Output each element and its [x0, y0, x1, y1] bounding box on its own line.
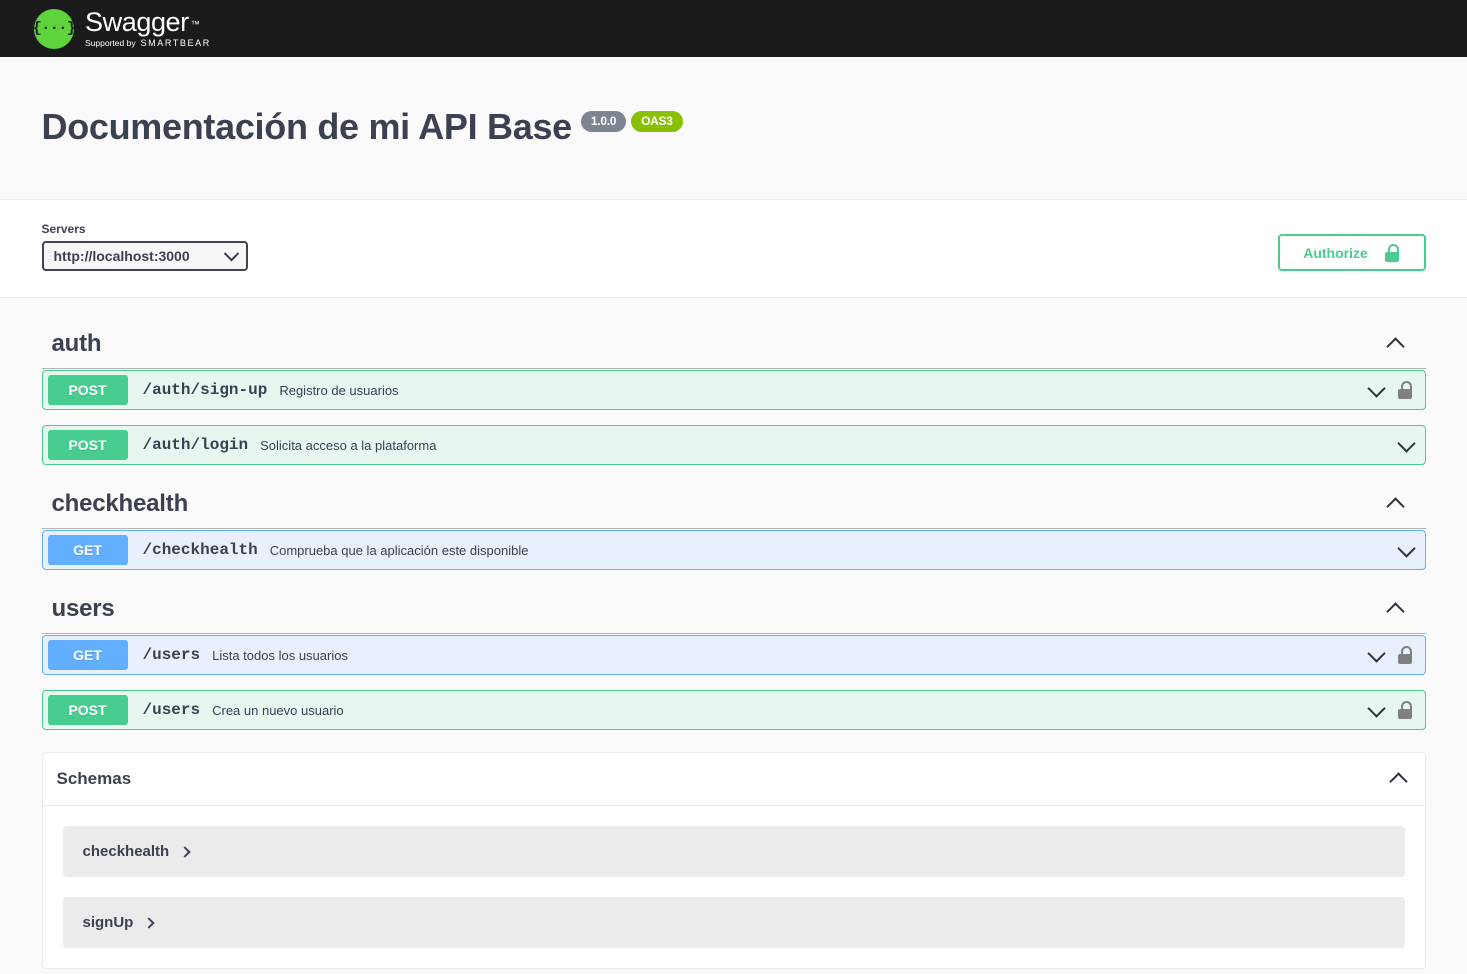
chevron-right-icon: [179, 845, 191, 858]
operation-row[interactable]: GET /users Lista todos los usuarios: [41, 635, 1426, 675]
servers-band: Servers http://localhost:3000 Authorize: [0, 200, 1467, 298]
version-badge: 1.0.0: [580, 111, 627, 132]
operation-path: /users: [142, 701, 201, 719]
operation-row[interactable]: GET /checkhealth Comprueba que la aplica…: [41, 530, 1426, 570]
tag-header-users[interactable]: users: [41, 585, 1426, 634]
authorize-label: Authorize: [1303, 244, 1368, 261]
http-method-badge: GET: [47, 640, 128, 670]
authorize-button[interactable]: Authorize: [1277, 234, 1426, 271]
tag-name-users: users: [51, 595, 115, 622]
operation-path: /auth/login: [142, 436, 249, 454]
http-method-badge: GET: [47, 535, 128, 565]
operation-row[interactable]: POST /auth/login Solicita acceso a la pl…: [41, 425, 1426, 465]
tag-section-checkhealth: checkhealth GET /checkhealth Comprueba q…: [41, 480, 1426, 570]
supported-by-label: Supported by: [85, 38, 136, 48]
chevron-down-icon[interactable]: [1366, 378, 1386, 398]
http-method-badge: POST: [47, 375, 128, 405]
tag-name-checkhealth: checkhealth: [51, 490, 189, 517]
schemas-header[interactable]: Schemas: [42, 753, 1425, 806]
oas-badge: OAS3: [631, 111, 683, 132]
schemas-title: Schemas: [56, 769, 132, 788]
tag-name-auth: auth: [51, 330, 102, 357]
operation-path: /auth/sign-up: [142, 381, 268, 399]
chevron-down-icon[interactable]: [1366, 698, 1386, 718]
operation-path: /users: [142, 646, 201, 664]
operation-summary: Registro de usuarios: [279, 382, 399, 398]
chevron-up-icon[interactable]: [1385, 497, 1405, 516]
operation-summary: Comprueba que la aplicación este disponi…: [269, 542, 529, 558]
operation-row[interactable]: POST /auth/sign-up Registro de usuarios: [41, 370, 1426, 410]
title-band: Documentación de mi API Base 1.0.0 OAS3: [0, 57, 1467, 200]
schema-name: checkhealth: [82, 843, 170, 860]
operations-area: auth POST /auth/sign-up Registro de usua…: [0, 298, 1467, 969]
schema-item-checkhealth[interactable]: checkhealth: [62, 826, 1405, 877]
lock-icon[interactable]: [1397, 646, 1413, 664]
http-method-badge: POST: [47, 695, 128, 725]
smartbear-name: SMARTBEAR: [140, 38, 211, 48]
page-title: Documentación de mi API Base 1.0.0 OAS3: [42, 106, 1426, 148]
chevron-down-icon[interactable]: [1396, 538, 1416, 558]
chevron-down-icon[interactable]: [1366, 643, 1386, 663]
schemas-panel: Schemas checkhealth signUp: [41, 752, 1426, 969]
chevron-down-icon[interactable]: [1396, 433, 1416, 453]
tag-section-users: users GET /users Lista todos los usuario…: [41, 585, 1426, 730]
schemas-list: checkhealth signUp: [43, 806, 1425, 948]
tag-section-auth: auth POST /auth/sign-up Registro de usua…: [41, 320, 1426, 465]
swagger-logo-icon: {···}: [33, 8, 76, 49]
operation-summary: Solicita acceso a la plataforma: [260, 437, 437, 453]
swagger-logo[interactable]: {···} Swagger ™ Supported by SMARTBEAR: [33, 7, 211, 49]
chevron-right-icon: [143, 916, 156, 929]
chevron-up-icon[interactable]: [1385, 602, 1405, 621]
chevron-up-icon[interactable]: [1385, 337, 1405, 356]
http-method-badge: POST: [47, 430, 128, 460]
brand-name: Swagger: [85, 7, 189, 37]
lock-icon[interactable]: [1397, 381, 1413, 399]
chevron-up-icon[interactable]: [1388, 772, 1408, 791]
server-select[interactable]: http://localhost:3000: [41, 241, 248, 271]
servers-label: Servers: [41, 222, 86, 236]
tag-header-auth[interactable]: auth: [41, 320, 1426, 369]
operation-summary: Crea un nuevo usuario: [212, 702, 344, 718]
top-bar: {···} Swagger ™ Supported by SMARTBEAR: [0, 0, 1467, 57]
unlock-icon: [1384, 243, 1400, 262]
server-select-value: http://localhost:3000: [53, 248, 190, 264]
trademark-symbol: ™: [190, 19, 200, 29]
api-title-text: Documentación de mi API Base: [41, 106, 573, 147]
chevron-down-icon: [223, 245, 239, 261]
servers-block: Servers http://localhost:3000: [41, 222, 248, 271]
operation-summary: Lista todos los usuarios: [212, 647, 348, 663]
tag-header-checkhealth[interactable]: checkhealth: [41, 480, 1426, 529]
schema-name: signUp: [82, 914, 134, 931]
operation-row[interactable]: POST /users Crea un nuevo usuario: [41, 690, 1426, 730]
schema-item-signup[interactable]: signUp: [62, 897, 1405, 948]
lock-icon[interactable]: [1397, 701, 1413, 719]
operation-path: /checkhealth: [142, 541, 258, 559]
